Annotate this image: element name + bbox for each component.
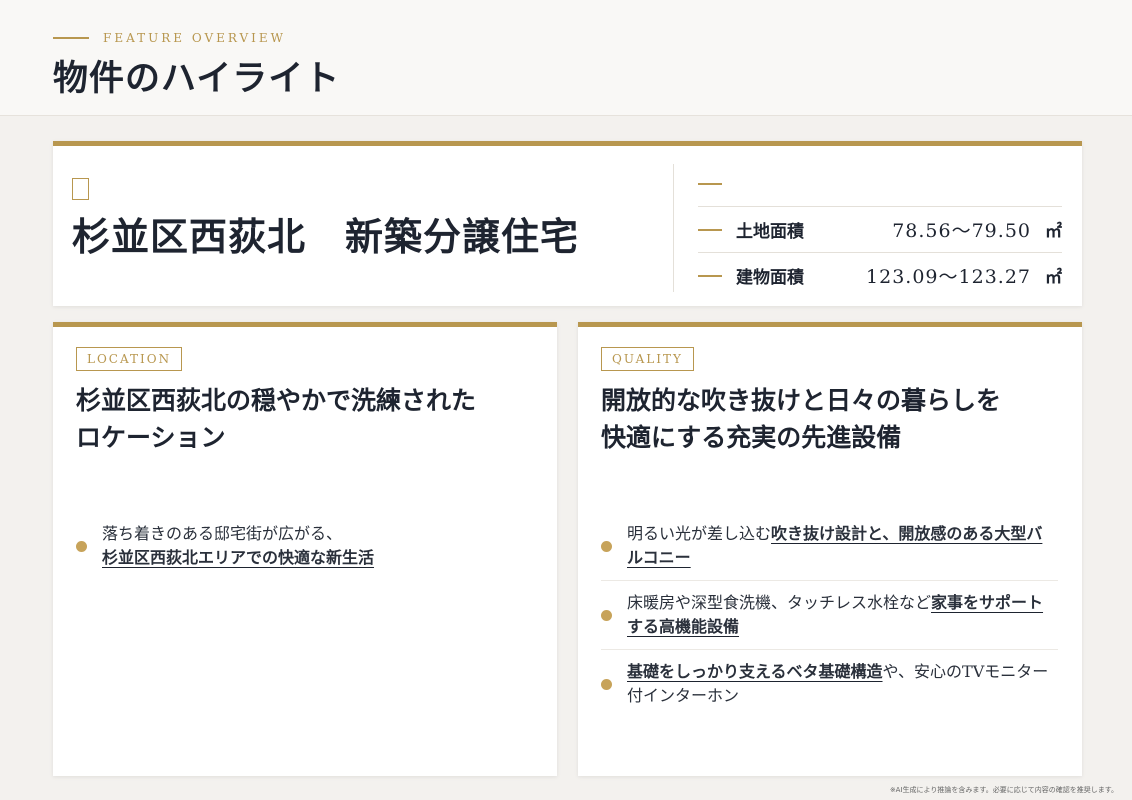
dash-icon xyxy=(698,182,722,185)
location-heading: 杉並区西荻北の穏やかで洗練された ロケーション xyxy=(76,382,536,456)
eyebrow: FEATURE OVERVIEW xyxy=(53,31,286,45)
bullet-highlight: 基礎をしっかり支えるベタ基礎構造 xyxy=(627,662,883,681)
bullet-pre: 明るい光が差し込む xyxy=(627,524,772,543)
list-item: 床暖房や深型食洗機、タッチレス水栓など家事をサポートする高機能設備 xyxy=(601,580,1058,649)
heading-line: 杉並区西荻北の穏やかで洗練された xyxy=(76,386,477,415)
spec-value: 78.56〜79.50 xyxy=(892,220,1031,242)
spec-row-land-area: 土地面積 78.56〜79.50 ㎡ xyxy=(698,206,1062,252)
bullet-text: 床暖房や深型食洗機、タッチレス水栓など家事をサポートする高機能設備 xyxy=(627,591,1058,639)
location-tag: LOCATION xyxy=(76,347,183,371)
checkbox-mark-icon xyxy=(72,178,89,200)
spec-table: 土地面積 78.56〜79.50 ㎡ 建物面積 123.09〜123.27 ㎡ xyxy=(698,161,1062,298)
quality-heading: 開放的な吹き抜けと日々の暮らしを 快適にする充実の先進設備 xyxy=(601,382,1061,456)
list-item: 明るい光が差し込む吹き抜け設計と、開放感のある大型バルコニー xyxy=(601,512,1058,580)
spec-label: 土地面積 xyxy=(736,222,804,242)
bullet-dot-icon xyxy=(601,609,612,621)
spec-label: 建物面積 xyxy=(736,268,804,288)
list-item: 落ち着きのある邸宅街が広がる、杉並区西荻北エリアでの快適な新生活 xyxy=(76,512,533,580)
page-header: FEATURE OVERVIEW 物件のハイライト xyxy=(0,0,1132,116)
bullet-pre: 床暖房や深型食洗機、タッチレス水栓など xyxy=(627,593,932,612)
heading-line: ロケーション xyxy=(76,423,226,452)
quality-tag: QUALITY xyxy=(601,347,694,371)
spec-unit: ㎡ xyxy=(1045,222,1062,242)
bullet-text: 落ち着きのある邸宅街が広がる、杉並区西荻北エリアでの快適な新生活 xyxy=(102,522,374,570)
bullet-dot-icon xyxy=(76,540,87,552)
page-title: 物件のハイライト xyxy=(53,58,341,99)
list-item: 基礎をしっかり支えるベタ基礎構造や、安心のTVモニター付インターホン xyxy=(601,649,1058,718)
spec-unit: ㎡ xyxy=(1045,268,1062,288)
vertical-divider xyxy=(673,164,674,292)
spec-value: 123.09〜123.27 xyxy=(866,266,1031,288)
bullet-text: 基礎をしっかり支えるベタ基礎構造や、安心のTVモニター付インターホン xyxy=(627,660,1058,708)
bullet-dot-icon xyxy=(601,678,612,690)
bullet-pre: 落ち着きのある邸宅街が広がる、 xyxy=(102,524,343,543)
spec-row-building-area: 建物面積 123.09〜123.27 ㎡ xyxy=(698,252,1062,298)
dash-icon xyxy=(698,274,722,277)
bullet-dot-icon xyxy=(601,540,612,552)
heading-line: 開放的な吹き抜けと日々の暮らしを xyxy=(601,386,1002,415)
property-name: 杉並区西荻北 新築分譲住宅 xyxy=(72,214,580,259)
footnote: ※AI生成により推論を含みます。必要に応じて内容の確認を推奨します。 xyxy=(889,786,1118,794)
summary-card: 杉並区西荻北 新築分譲住宅 土地面積 78.56〜79.50 ㎡ 建物面積 12… xyxy=(53,141,1082,306)
quality-card: QUALITY 開放的な吹き抜けと日々の暮らしを 快適にする充実の先進設備 明るい… xyxy=(578,322,1082,776)
eyebrow-line xyxy=(53,37,89,39)
location-card: LOCATION 杉並区西荻北の穏やかで洗練された ロケーション 落ち着きのある邸… xyxy=(53,322,557,776)
spec-row-empty xyxy=(698,161,1062,206)
dash-icon xyxy=(698,228,722,231)
location-bullets: 落ち着きのある邸宅街が広がる、杉並区西荻北エリアでの快適な新生活 xyxy=(76,512,533,580)
quality-bullets: 明るい光が差し込む吹き抜け設計と、開放感のある大型バルコニー 床暖房や深型食洗機… xyxy=(601,512,1058,718)
bullet-text: 明るい光が差し込む吹き抜け設計と、開放感のある大型バルコニー xyxy=(627,522,1058,570)
heading-line: 快適にする充実の先進設備 xyxy=(601,423,902,452)
bullet-highlight: 杉並区西荻北エリアでの快適な新生活 xyxy=(102,548,375,567)
eyebrow-text: FEATURE OVERVIEW xyxy=(103,31,286,45)
